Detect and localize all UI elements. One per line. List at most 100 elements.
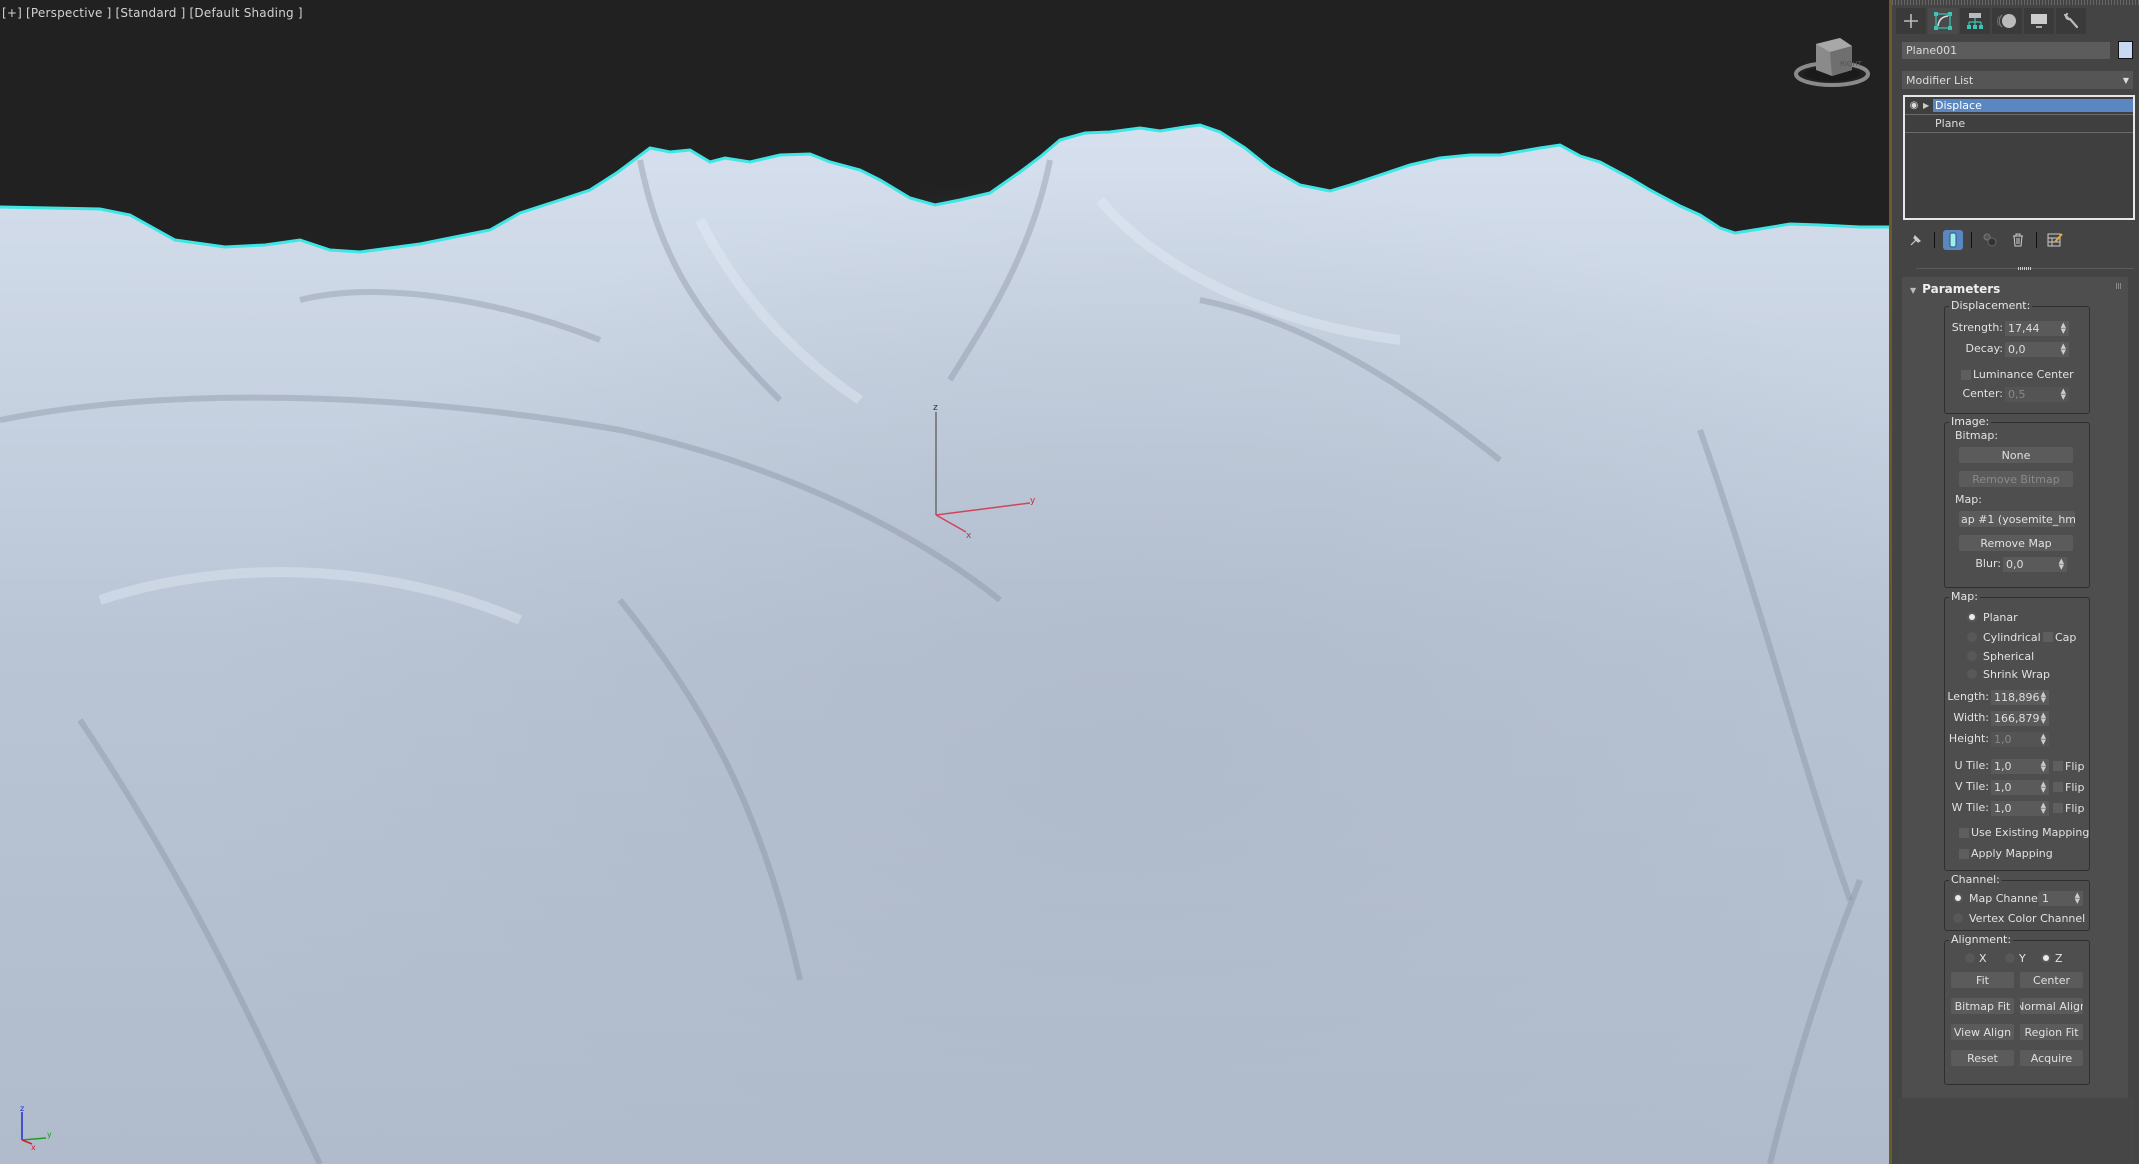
w-tile-spinner[interactable]: 1,0 ▲ ▼ (1991, 801, 2049, 816)
fit-button[interactable]: Fit (1951, 972, 2014, 988)
v-flip-checkbox[interactable] (2053, 782, 2063, 792)
blur-spinner[interactable]: 0,0 ▲ ▼ (2003, 557, 2067, 572)
configure-modifier-sets-button[interactable] (2045, 230, 2065, 250)
stack-resize-grip[interactable] (1916, 267, 2134, 270)
shrink-wrap-radio[interactable] (1967, 669, 1977, 679)
remove-map-button[interactable]: Remove Map (1959, 535, 2073, 551)
tripod-y-label: y (47, 1130, 52, 1139)
w-flip-checkbox[interactable] (2053, 803, 2063, 813)
v-tile-spinner[interactable]: 1,0 ▲ ▼ (1991, 780, 2049, 795)
map-button[interactable]: ap #1 (yosemite_hm.jpg (1959, 511, 2075, 527)
region-fit-button[interactable]: Region Fit (2020, 1024, 2083, 1040)
tab-create[interactable] (1896, 8, 1926, 34)
show-end-result-button[interactable] (1943, 230, 1963, 250)
bitmap-button[interactable]: None (1959, 447, 2073, 463)
modifier-list-dropdown[interactable]: Modifier List ▼ (1902, 71, 2133, 89)
stack-item-displace[interactable]: ◉ ▶ Displace (1905, 97, 2133, 115)
height-label: Height: (1948, 732, 1989, 745)
viewport-shading-menu[interactable]: [Default Shading ] (190, 6, 303, 20)
cylindrical-label: Cylindrical (1983, 631, 2041, 644)
object-color-swatch[interactable] (2118, 41, 2133, 59)
perspective-viewport[interactable]: [+] [Perspective ] [Standard ] [Default … (0, 0, 1889, 1164)
luminance-center-checkbox[interactable] (1961, 370, 1971, 380)
viewport-label[interactable]: [+] [Perspective ] [Standard ] [Default … (2, 6, 303, 20)
spinner-arrows-icon[interactable]: ▲ ▼ (2041, 781, 2046, 794)
toolbar-separator (1934, 232, 1935, 248)
u-flip-checkbox[interactable] (2053, 761, 2063, 771)
spinner-arrows-icon[interactable]: ▲ ▼ (2041, 802, 2046, 815)
map-label: Map: (1955, 493, 1982, 506)
rollout-grip-icon[interactable] (2116, 283, 2122, 289)
spinner-arrows-icon[interactable]: ▲ ▼ (2041, 691, 2046, 704)
gizmo-y-label: y (1030, 496, 1036, 506)
center-spinner[interactable]: 0,5 ▲ ▼ (2005, 387, 2069, 402)
apply-mapping-label: Apply Mapping (1971, 847, 2053, 860)
viewcube-icon[interactable]: RIGHT (1792, 28, 1872, 92)
panel-empty-area (1898, 1098, 2134, 1164)
map-channel-value: 1 (2042, 892, 2049, 905)
modifier-stack[interactable]: ◉ ▶ Displace Plane (1903, 95, 2135, 220)
normal-align-button[interactable]: Normal Align (2020, 998, 2083, 1014)
strength-spinner[interactable]: 17,44 ▲ ▼ (2005, 321, 2069, 336)
alignment-group: Alignment: X Y Z Fit Center Bitmap Fit N… (1944, 933, 2090, 1085)
tab-hierarchy[interactable] (1960, 8, 1990, 34)
command-panel: Modifier List ▼ ◉ ▶ Displace Plane ▼ Para… (1892, 0, 2139, 1164)
hierarchy-icon (1967, 13, 1983, 29)
viewport-menu-plus[interactable]: [+] (2, 6, 22, 20)
planar-radio[interactable] (1967, 612, 1977, 622)
map-channel-spinner[interactable]: 1 ▲ ▼ (2039, 891, 2083, 906)
spherical-radio[interactable] (1967, 651, 1977, 661)
tab-motion[interactable] (1992, 8, 2022, 34)
remove-bitmap-button[interactable]: Remove Bitmap (1959, 471, 2073, 487)
stack-item-plane[interactable]: Plane (1905, 115, 2133, 133)
expand-arrow-icon[interactable]: ▶ (1923, 101, 1933, 110)
viewport-pov-menu[interactable]: [Perspective ] (26, 6, 111, 20)
object-name-input[interactable] (1902, 42, 2110, 59)
width-spinner[interactable]: 166,879 ▲ ▼ (1991, 711, 2049, 726)
spinner-arrows-icon[interactable]: ▲ ▼ (2059, 558, 2064, 571)
spinner-arrows-icon[interactable]: ▲ ▼ (2075, 892, 2080, 905)
terrain-mesh[interactable] (0, 0, 1889, 1164)
eye-icon[interactable]: ◉ (1905, 100, 1923, 111)
view-align-button[interactable]: View Align (1951, 1024, 2014, 1040)
tab-utilities[interactable] (2056, 8, 2086, 34)
tab-display[interactable] (2024, 8, 2054, 34)
remove-modifier-button[interactable] (2008, 230, 2028, 250)
spinner-arrows-icon[interactable]: ▲ ▼ (2061, 388, 2066, 401)
cylindrical-radio[interactable] (1967, 632, 1977, 642)
reset-button[interactable]: Reset (1951, 1050, 2014, 1066)
tab-modify[interactable] (1928, 8, 1958, 34)
viewcube-face-label: RIGHT (1840, 60, 1863, 68)
length-spinner[interactable]: 118,896 ▲ ▼ (1991, 690, 2049, 705)
decay-spinner[interactable]: 0,0 ▲ ▼ (2005, 342, 2069, 357)
u-flip-label: Flip (2065, 760, 2085, 773)
parameters-rollout-header[interactable]: ▼ Parameters (1910, 282, 2000, 296)
cap-checkbox[interactable] (2043, 632, 2053, 642)
spinner-arrows-icon[interactable]: ▲ ▼ (2041, 733, 2046, 746)
use-existing-mapping-label: Use Existing Mapping (1971, 826, 2090, 839)
w-tile-label: W Tile: (1951, 801, 1989, 814)
vertex-color-channel-radio[interactable] (1953, 913, 1963, 923)
spinner-arrows-icon[interactable]: ▲ ▼ (2061, 322, 2066, 335)
align-y-radio[interactable] (2005, 953, 2015, 963)
spherical-label: Spherical (1983, 650, 2035, 663)
spinner-arrows-icon[interactable]: ▲ ▼ (2061, 343, 2066, 356)
acquire-button[interactable]: Acquire (2020, 1050, 2083, 1066)
make-unique-button[interactable] (1980, 230, 2000, 250)
pin-stack-button[interactable] (1906, 230, 1926, 250)
align-z-radio[interactable] (2041, 953, 2051, 963)
u-tile-spinner[interactable]: 1,0 ▲ ▼ (1991, 759, 2049, 774)
height-spinner[interactable]: 1,0 ▲ ▼ (1991, 732, 2049, 747)
spinner-arrows-icon[interactable]: ▲ ▼ (2041, 760, 2046, 773)
viewport-standard-menu[interactable]: [Standard ] (116, 6, 186, 20)
motion-icon (1997, 14, 2016, 28)
use-existing-mapping-checkbox[interactable] (1959, 828, 1969, 838)
apply-mapping-checkbox[interactable] (1959, 849, 1969, 859)
panel-drag-handle[interactable] (1892, 0, 2139, 5)
bitmap-fit-button[interactable]: Bitmap Fit (1951, 998, 2014, 1014)
center-button[interactable]: Center (2020, 972, 2083, 988)
map-channel-radio[interactable] (1953, 893, 1963, 903)
width-value: 166,879 (1994, 712, 2040, 725)
spinner-arrows-icon[interactable]: ▲ ▼ (2041, 712, 2046, 725)
align-x-radio[interactable] (1965, 953, 1975, 963)
